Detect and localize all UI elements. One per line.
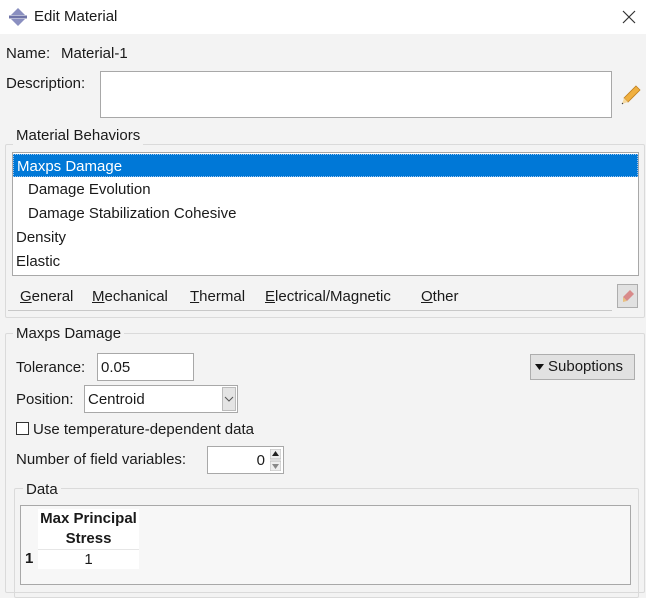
suboptions-label: Suboptions [548, 358, 624, 375]
table-cell[interactable]: 1 [38, 549, 139, 569]
app-icon [9, 8, 27, 26]
behavior-item-damage-stabilization[interactable]: Damage Stabilization Cohesive [13, 202, 638, 225]
tolerance-label: Tolerance: [16, 359, 86, 376]
delete-behavior-button[interactable] [617, 284, 638, 308]
description-input[interactable] [100, 71, 612, 118]
material-behaviors-title: Material Behaviors [13, 127, 144, 145]
menu-mechanical[interactable]: Mechanical [92, 288, 168, 306]
behavior-item-density[interactable]: Density [13, 226, 638, 249]
dropdown-arrow-icon [535, 364, 544, 370]
title-bar: Edit Material [0, 0, 646, 34]
position-value: Centroid [88, 391, 145, 408]
field-variables-label: Number of field variables: [16, 451, 187, 468]
column-header-max-principal-stress[interactable]: Max Principal Stress [38, 509, 139, 549]
data-table[interactable]: Max Principal Stress 1 1 [20, 505, 631, 585]
maxps-damage-title: Maxps Damage [13, 325, 125, 343]
temperature-dependent-label: Use temperature-dependent data [33, 421, 254, 438]
position-label: Position: [16, 391, 74, 408]
position-select[interactable]: Centroid [84, 385, 238, 413]
behavior-item-damage-evolution[interactable]: Damage Evolution [13, 178, 638, 201]
behavior-menu-bar: General Mechanical Thermal Electrical/Ma… [8, 282, 612, 311]
spinner-arrows-icon[interactable] [270, 449, 281, 471]
behavior-item-maxps-damage[interactable]: Maxps Damage [13, 154, 638, 177]
pencil-icon[interactable] [620, 84, 642, 106]
name-label: Name: [6, 45, 51, 62]
behaviors-list[interactable]: Maxps Damage Damage Evolution Damage Sta… [12, 152, 639, 276]
eraser-icon [623, 290, 634, 302]
chevron-down-icon[interactable] [222, 387, 236, 411]
header-line-1: Max Principal [40, 510, 137, 527]
menu-thermal[interactable]: Thermal [190, 288, 245, 306]
menu-electrical-magnetic[interactable]: Electrical/Magnetic [265, 288, 391, 306]
name-value: Material-1 [61, 45, 128, 62]
description-label: Description: [6, 75, 86, 92]
close-icon[interactable] [621, 9, 637, 25]
suboptions-button[interactable]: Suboptions [530, 354, 635, 380]
window-title: Edit Material [34, 8, 118, 25]
menu-general[interactable]: General [20, 288, 73, 306]
menu-other[interactable]: Other [421, 288, 459, 306]
data-title: Data [23, 481, 61, 499]
behavior-item-elastic[interactable]: Elastic [13, 250, 638, 273]
field-variables-value: 0 [256, 452, 265, 469]
field-variables-spinner[interactable]: 0 [207, 446, 284, 474]
temperature-dependent-checkbox[interactable] [16, 422, 29, 435]
tolerance-input[interactable]: 0.05 [97, 353, 194, 381]
row-header[interactable]: 1 [25, 550, 33, 568]
header-line-2: Stress [65, 530, 112, 547]
